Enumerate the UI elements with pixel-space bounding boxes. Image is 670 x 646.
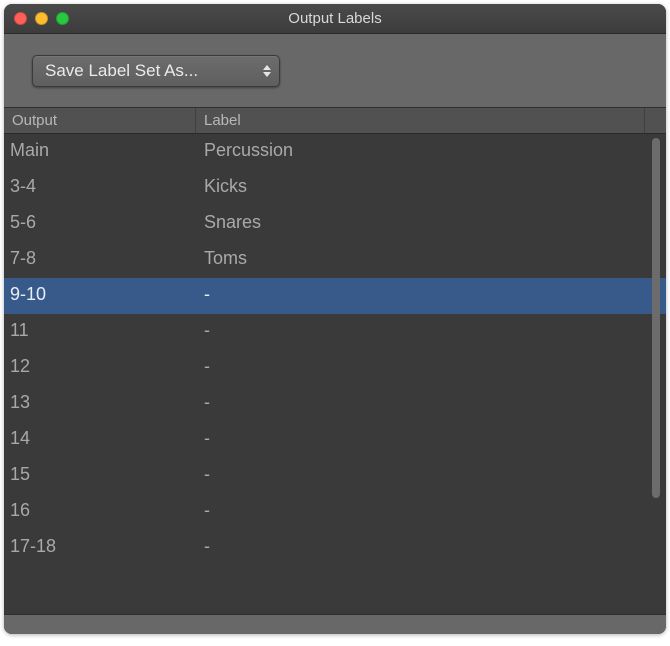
minimize-window-button[interactable]	[35, 12, 48, 25]
row-gutter	[644, 242, 666, 278]
row-gutter	[644, 314, 666, 350]
row-gutter	[644, 386, 666, 422]
column-header-output[interactable]: Output	[4, 108, 196, 133]
titlebar: Output Labels	[4, 4, 666, 34]
output-cell[interactable]: 3-4	[4, 170, 196, 206]
column-headers: Output Label	[4, 108, 666, 134]
output-cell[interactable]: 14	[4, 422, 196, 458]
table-row[interactable]: 9-10-	[4, 278, 666, 314]
row-gutter	[644, 134, 666, 170]
output-cell[interactable]: Main	[4, 134, 196, 170]
status-bar	[4, 614, 666, 634]
label-set-popup-label: Save Label Set As...	[45, 61, 198, 81]
window-title: Output Labels	[4, 10, 666, 27]
table-row[interactable]: 16-	[4, 494, 666, 530]
label-cell[interactable]: Percussion	[196, 134, 644, 170]
label-cell[interactable]: -	[196, 494, 644, 530]
table-row[interactable]: 3-4Kicks	[4, 170, 666, 206]
output-cell[interactable]: 15	[4, 458, 196, 494]
table-row[interactable]: 7-8Toms	[4, 242, 666, 278]
column-header-spacer	[644, 108, 666, 133]
label-cell[interactable]: -	[196, 458, 644, 494]
table-row[interactable]: 14-	[4, 422, 666, 458]
row-gutter	[644, 494, 666, 530]
traffic-lights	[14, 12, 69, 25]
table-row[interactable]: 17-18-	[4, 530, 666, 566]
table-row[interactable]: 12-	[4, 350, 666, 386]
row-gutter	[644, 530, 666, 566]
output-cell[interactable]: 7-8	[4, 242, 196, 278]
row-gutter	[644, 422, 666, 458]
table: Output Label MainPercussion3-4Kicks5-6Sn…	[4, 108, 666, 634]
label-cell[interactable]: -	[196, 350, 644, 386]
table-body: MainPercussion3-4Kicks5-6Snares7-8Toms9-…	[4, 134, 666, 566]
label-cell[interactable]: Kicks	[196, 170, 644, 206]
output-cell[interactable]: 13	[4, 386, 196, 422]
table-row[interactable]: 13-	[4, 386, 666, 422]
table-row[interactable]: MainPercussion	[4, 134, 666, 170]
output-cell[interactable]: 16	[4, 494, 196, 530]
column-header-label[interactable]: Label	[196, 108, 644, 133]
table-row[interactable]: 11-	[4, 314, 666, 350]
close-window-button[interactable]	[14, 12, 27, 25]
row-gutter	[644, 278, 666, 314]
label-cell[interactable]: -	[196, 530, 644, 566]
output-cell[interactable]: 5-6	[4, 206, 196, 242]
row-gutter	[644, 170, 666, 206]
row-gutter	[644, 206, 666, 242]
output-cell[interactable]: 11	[4, 314, 196, 350]
zoom-window-button[interactable]	[56, 12, 69, 25]
output-cell[interactable]: 12	[4, 350, 196, 386]
row-gutter	[644, 350, 666, 386]
table-row[interactable]: 5-6Snares	[4, 206, 666, 242]
window: Output Labels Save Label Set As... Outpu…	[4, 4, 666, 634]
label-cell[interactable]: -	[196, 278, 644, 314]
output-cell[interactable]: 9-10	[4, 278, 196, 314]
toolbar: Save Label Set As...	[4, 34, 666, 108]
label-cell[interactable]: -	[196, 386, 644, 422]
label-cell[interactable]: Snares	[196, 206, 644, 242]
row-gutter	[644, 458, 666, 494]
label-cell[interactable]: -	[196, 422, 644, 458]
label-cell[interactable]: -	[196, 314, 644, 350]
output-cell[interactable]: 17-18	[4, 530, 196, 566]
label-set-popup[interactable]: Save Label Set As...	[32, 55, 280, 87]
table-row[interactable]: 15-	[4, 458, 666, 494]
label-cell[interactable]: Toms	[196, 242, 644, 278]
popup-arrows-icon	[263, 65, 271, 77]
